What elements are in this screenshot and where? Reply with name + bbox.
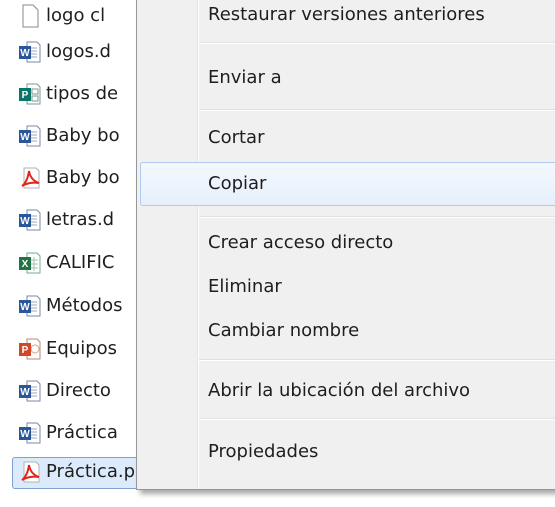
menu-separator xyxy=(199,216,555,218)
file-name: Baby bo xyxy=(46,125,120,146)
svg-text:W: W xyxy=(20,48,30,59)
svg-text:W: W xyxy=(20,429,30,440)
menu-separator xyxy=(199,109,555,111)
menu-item-create-shortcut[interactable]: Crear acceso directo xyxy=(137,223,555,263)
generic-file-icon xyxy=(18,4,42,28)
file-list: logo cl W logos.d P tipos de W Baby bo B… xyxy=(0,0,204,507)
svg-text:X: X xyxy=(22,259,29,270)
powerpoint-document-icon: P xyxy=(18,337,42,361)
menu-item-label: Propiedades xyxy=(208,441,319,462)
menu-item-label: Crear acceso directo xyxy=(208,232,394,253)
context-menu: Restaurar versiones anteriores Enviar a … xyxy=(136,0,555,490)
file-name: logos.d xyxy=(46,41,111,62)
svg-text:W: W xyxy=(20,387,30,398)
word-document-icon: W xyxy=(18,208,42,232)
file-name: Baby bo xyxy=(46,167,120,188)
menu-item-label: Cambiar nombre xyxy=(208,320,360,341)
word-document-icon: W xyxy=(18,124,42,148)
file-name: logo cl xyxy=(46,5,106,26)
menu-item-copy[interactable]: Copiar xyxy=(137,161,555,207)
menu-item-rename[interactable]: Cambiar nombre xyxy=(137,311,555,351)
file-name: tipos de xyxy=(46,83,119,104)
menu-item-cut[interactable]: Cortar xyxy=(137,118,555,158)
menu-item-label: Abrir la ubicación del archivo xyxy=(208,380,471,401)
svg-text:P: P xyxy=(22,90,29,101)
file-name: Directo xyxy=(46,380,111,401)
word-document-icon: W xyxy=(18,294,42,318)
file-name: Práctica xyxy=(46,422,118,443)
pdf-document-icon xyxy=(18,166,42,190)
menu-item-send-to[interactable]: Enviar a xyxy=(137,58,555,98)
svg-text:W: W xyxy=(20,132,30,143)
menu-item-restore-previous-versions[interactable]: Restaurar versiones anteriores xyxy=(137,0,555,33)
menu-item-delete[interactable]: Eliminar xyxy=(137,267,555,307)
file-name: Métodos xyxy=(46,295,123,316)
menu-separator xyxy=(199,42,555,44)
menu-separator xyxy=(199,359,555,361)
menu-separator xyxy=(199,418,555,420)
publisher-document-icon: P xyxy=(18,82,42,106)
file-name: Equipos xyxy=(46,338,118,359)
menu-item-label: Restaurar versiones anteriores xyxy=(208,4,485,25)
word-document-icon: W xyxy=(18,421,42,445)
menu-item-label: Copiar xyxy=(208,173,267,194)
word-document-icon: W xyxy=(18,379,42,403)
menu-item-open-file-location[interactable]: Abrir la ubicación del archivo xyxy=(137,371,555,411)
excel-document-icon: X xyxy=(18,251,42,275)
menu-item-label: Eliminar xyxy=(208,276,282,297)
file-name: letras.d xyxy=(46,209,115,230)
word-document-icon: W xyxy=(18,40,42,64)
svg-text:W: W xyxy=(20,302,30,313)
pdf-document-icon xyxy=(18,460,42,484)
menu-item-label: Cortar xyxy=(208,127,265,148)
menu-hover-highlight xyxy=(140,162,555,206)
svg-text:P: P xyxy=(22,345,29,356)
menu-item-properties[interactable]: Propiedades xyxy=(137,432,555,472)
svg-text:W: W xyxy=(20,216,30,227)
menu-item-label: Enviar a xyxy=(208,67,282,88)
file-name: CALIFIC xyxy=(46,252,115,273)
